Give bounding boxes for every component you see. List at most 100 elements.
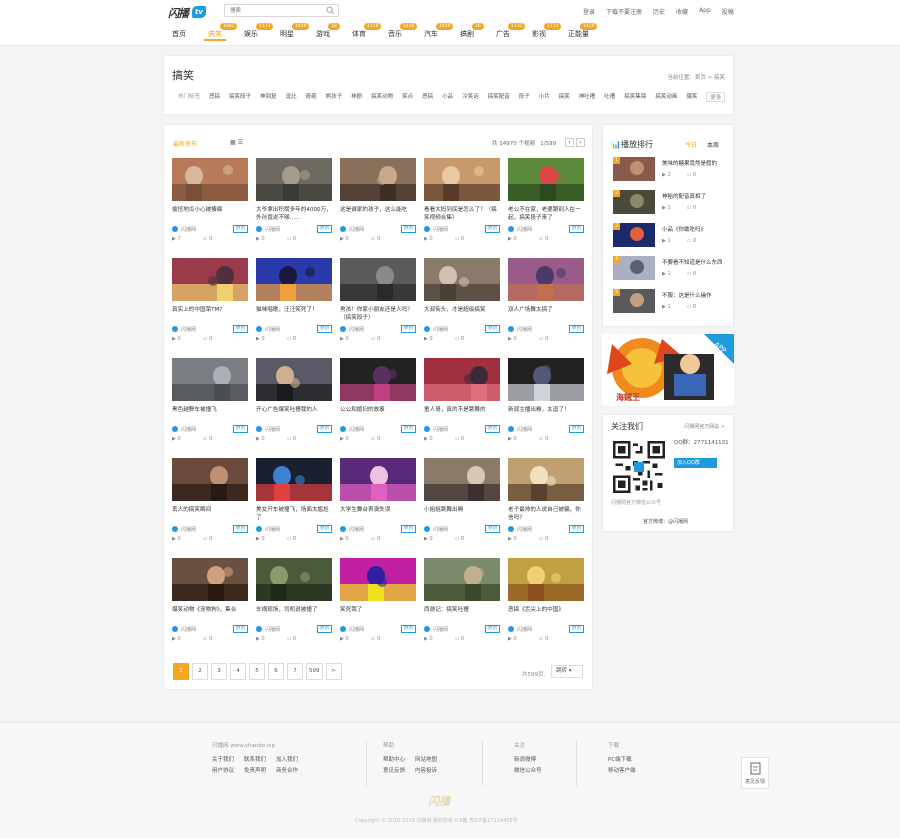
tag-item[interactable]: 搞笑动画 <box>655 92 677 102</box>
video-thumbnail[interactable] <box>424 358 500 401</box>
prev-page-icon[interactable]: ‹ <box>565 138 574 147</box>
author-name[interactable]: 闪播网 <box>517 226 532 233</box>
video-thumbnail[interactable] <box>340 258 416 301</box>
author-name[interactable]: 闪播网 <box>433 326 448 333</box>
page-button[interactable]: 6 <box>268 663 284 680</box>
video-card[interactable]: 男孩！你家小朋友还是人吗？（搞笑段子） 闪播网 原创 ▶ 0 ▭ 0 <box>340 258 416 358</box>
page-button[interactable]: 1 <box>173 663 189 680</box>
author-name[interactable]: 闪播网 <box>349 226 364 233</box>
video-thumbnail[interactable] <box>172 558 248 601</box>
sort-latest[interactable]: 最新发布 <box>173 139 197 148</box>
page-select[interactable]: 跳转 ▾ <box>551 665 583 678</box>
video-card[interactable]: 恶搞《舌尖上的中国》 闪播网 原创 ▶ 0 ▭ 0 <box>508 558 584 658</box>
author-name[interactable]: 闪播网 <box>433 526 448 533</box>
video-thumbnail[interactable] <box>340 458 416 501</box>
search-input[interactable] <box>225 5 325 16</box>
video-title[interactable]: 爆笑动物《宠物狗》，集合 <box>172 606 248 622</box>
author-name[interactable]: 闪播网 <box>433 426 448 433</box>
video-title[interactable]: 公公和媳妇的故事 <box>340 406 416 422</box>
register-link[interactable]: 下载不要注册 <box>606 7 642 16</box>
tag-item[interactable]: 熊孩子 <box>326 92 343 102</box>
video-title[interactable]: 大学生舞台表演失误 <box>340 506 416 522</box>
video-card[interactable]: 双人广场舞太搞了 闪播网 原创 ▶ 0 ▭ 0 <box>508 258 584 358</box>
video-thumbnail[interactable] <box>508 258 584 301</box>
ranking-title[interactable]: 小品《你敢吃吗》 <box>662 225 730 233</box>
video-title[interactable]: 西游记：搞笑吐槽 <box>424 606 500 622</box>
video-title[interactable]: 小姐姐跳舞出糗 <box>424 506 500 522</box>
tag-item[interactable]: 恶搞 <box>209 92 220 102</box>
video-card[interactable]: 偷挖地瓜小心被揍扁 闪播网 原创 ▶ 7 ▭ 0 <box>172 158 248 258</box>
video-card[interactable]: 车祸现场，司机说被撞了 闪播网 原创 ▶ 0 ▭ 0 <box>256 558 332 658</box>
page-button[interactable]: 7 <box>287 663 303 680</box>
author-name[interactable]: 闪播网 <box>517 526 532 533</box>
ranking-title[interactable]: 美味的糖果竟然是假的 <box>662 159 730 167</box>
nav-item[interactable]: 搞剧 16 <box>460 23 484 43</box>
tag-item[interactable]: 吐槽 <box>604 92 615 102</box>
tag-item[interactable]: 爆笑 <box>686 92 697 102</box>
tag-item[interactable]: 段子 <box>519 92 530 102</box>
video-card[interactable]: 大学生舞台表演失误 闪播网 原创 ▶ 0 ▭ 0 <box>340 458 416 558</box>
video-card[interactable]: 猫咪唱歌，汪汪笑死了！ 闪播网 原创 ▶ 0 ▭ 0 <box>256 258 332 358</box>
video-thumbnail[interactable] <box>256 558 332 601</box>
nav-item[interactable]: 搞笑 1881 <box>204 23 238 43</box>
author-name[interactable]: 闪播网 <box>181 226 196 233</box>
video-thumbnail[interactable] <box>424 158 500 201</box>
nav-item[interactable]: 音乐 1456 <box>388 23 418 43</box>
video-thumbnail[interactable] <box>256 358 332 401</box>
page-button[interactable]: > <box>325 663 342 680</box>
video-thumbnail[interactable] <box>256 258 332 301</box>
author-name[interactable]: 闪播网 <box>181 526 196 533</box>
tag-item[interactable]: 搞笑配音 <box>488 92 510 102</box>
tag-item[interactable]: 冷笑话 <box>462 92 479 102</box>
tag-item[interactable]: 小片 <box>539 92 550 102</box>
video-title[interactable]: 黑色越野车被撞飞 <box>172 406 248 422</box>
video-card[interactable]: 童人哥，真的不是跳舞的 闪播网 原创 ▶ 0 ▭ 0 <box>424 358 500 458</box>
video-title[interactable]: 男孩！你家小朋友还是人吗？（搞笑段子） <box>340 306 416 322</box>
video-title[interactable]: 偷挖地瓜小心被揍扁 <box>172 206 248 222</box>
nav-item[interactable]: 广告 1131 <box>496 23 526 43</box>
video-thumbnail[interactable] <box>508 358 584 401</box>
video-title[interactable]: 看看大妈到底是怎么了？（搞笑视频合集） <box>424 206 500 222</box>
video-title[interactable]: 真实上的中国菜TM? <box>172 306 248 322</box>
video-thumbnail[interactable] <box>340 158 416 201</box>
video-title[interactable]: 老公不在家，老婆跟别人在一起，搞笑段子来了 <box>508 206 584 222</box>
video-thumbnail[interactable] <box>340 358 416 401</box>
history-link[interactable]: 历史 <box>653 7 665 16</box>
tag-item[interactable]: 逗比 <box>286 92 297 102</box>
app-ad-banner[interactable]: APP 海贼王 <box>602 334 734 406</box>
video-thumbnail[interactable] <box>424 558 500 601</box>
author-name[interactable]: 闪播网 <box>517 426 532 433</box>
search-icon[interactable] <box>326 6 335 15</box>
video-thumbnail[interactable] <box>172 358 248 401</box>
video-card[interactable]: 小姐姐跳舞出糗 闪播网 原创 ▶ 0 ▭ 0 <box>424 458 500 558</box>
author-name[interactable]: 闪播网 <box>349 326 364 333</box>
tag-item[interactable]: 搞笑 <box>559 92 570 102</box>
author-name[interactable]: 闪播网 <box>517 626 532 633</box>
page-button[interactable]: 4 <box>230 663 246 680</box>
video-card[interactable]: 这是谁家的孩子，这么能吃 闪播网 原创 ▶ 0 ▭ 0 <box>340 158 416 258</box>
tag-item[interactable]: 笑点 <box>402 92 413 102</box>
follow-link[interactable]: 闪播网官方网站 > <box>684 423 725 430</box>
page-button[interactable]: 5 <box>249 663 265 680</box>
tag-item[interactable]: 奇葩 <box>306 92 317 102</box>
video-thumbnail[interactable] <box>508 558 584 601</box>
video-title[interactable]: 大叔街头，才是超级搞笑 <box>424 306 500 322</box>
video-thumbnail[interactable] <box>424 458 500 501</box>
video-thumbnail[interactable] <box>256 158 332 201</box>
video-thumbnail[interactable] <box>172 258 248 301</box>
video-card[interactable]: 大叔街头，才是超级搞笑 闪播网 原创 ▶ 0 ▭ 0 <box>424 258 500 358</box>
ranking-item[interactable]: 3 小品《你敢吃吗》 ▶ 1 ▭ 0 <box>613 223 728 253</box>
author-name[interactable]: 闪播网 <box>349 526 364 533</box>
video-title[interactable]: 笑死我了 <box>340 606 416 622</box>
author-name[interactable]: 闪播网 <box>181 326 196 333</box>
ranking-item[interactable]: 4 不要看不知道是什么东西 ▶ 1 ▭ 0 <box>613 256 728 286</box>
video-title[interactable]: 这是谁家的孩子，这么能吃 <box>340 206 416 222</box>
video-title[interactable]: 恶搞《舌尖上的中国》 <box>508 606 584 622</box>
video-thumbnail[interactable] <box>340 558 416 601</box>
video-card[interactable]: 丢人的搞笑瞬间 闪播网 原创 ▶ 0 ▭ 0 <box>172 458 248 558</box>
tag-item[interactable]: 搞笑动物 <box>371 92 393 102</box>
app-link[interactable]: App <box>699 7 711 16</box>
page-button[interactable]: 3 <box>211 663 227 680</box>
video-title[interactable]: 大爷拿出积攒多年的4000万，外孙竟说不够…… <box>256 206 332 222</box>
author-name[interactable]: 闪播网 <box>181 426 196 433</box>
